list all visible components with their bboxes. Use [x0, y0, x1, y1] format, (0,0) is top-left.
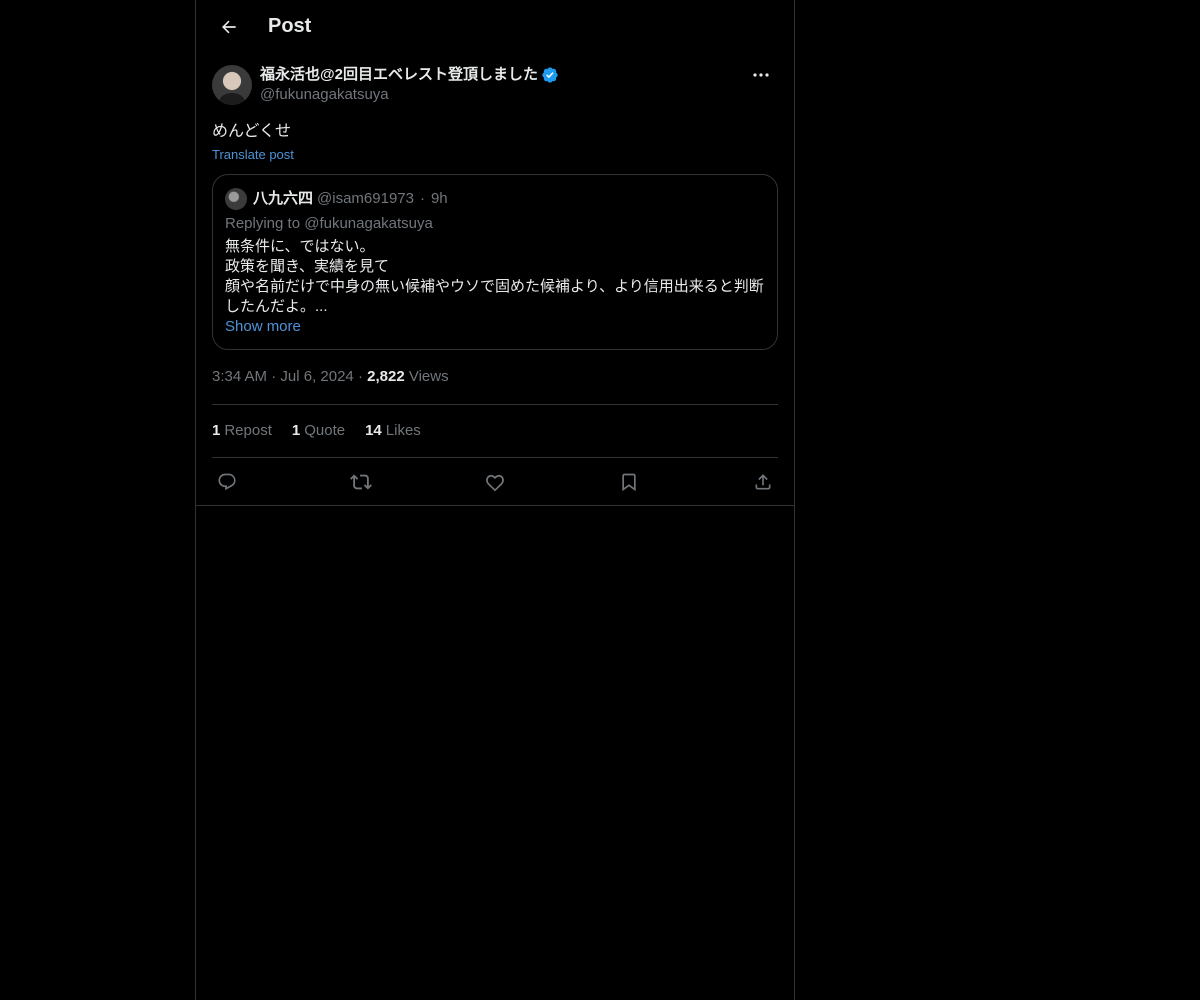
reposts-label: Repost	[224, 422, 272, 439]
bookmark-button[interactable]	[618, 471, 640, 493]
quote-author-name[interactable]: 八九六四	[253, 187, 313, 211]
more-options-button[interactable]	[744, 65, 778, 85]
main-column: Post 福永活也@2回目エベレスト登頂しました @fukunagakatsuy…	[195, 0, 795, 1000]
quotes-label: Quote	[304, 422, 346, 439]
page-title: Post	[268, 15, 312, 37]
quotes-count: 1	[291, 422, 301, 439]
reply-button[interactable]	[216, 471, 238, 493]
post-date[interactable]: Jul 6, 2024	[280, 368, 353, 385]
meta-separator: ·	[271, 368, 281, 385]
quote-separator: ·	[419, 190, 425, 207]
views-count: 2,822	[367, 368, 405, 385]
reposts-stat[interactable]: 1 Repost	[212, 421, 272, 441]
like-button[interactable]	[484, 471, 506, 493]
arrow-left-icon	[219, 17, 239, 37]
reposts-count: 1	[212, 422, 221, 439]
quote-line: 顔や名前だけで中身の無い候補やウソで固めた候補より、より信用出来ると判断したんだ…	[225, 278, 764, 315]
quotes-stat[interactable]: 1 Quote	[292, 421, 345, 441]
show-more-link[interactable]: Show more	[225, 317, 765, 337]
author-name[interactable]: 福永活也@2回目エベレスト登頂しました	[260, 65, 538, 85]
bookmark-icon	[619, 472, 639, 492]
quote-body: 無条件に、ではない。 政策を聞き、実績を見て 顔や名前だけで中身の無い候補やウソ…	[225, 237, 765, 317]
quote-line: 政策を聞き、実績を見て	[225, 258, 389, 275]
heart-icon	[485, 472, 505, 492]
meta-separator: ·	[357, 368, 368, 385]
page-header: Post	[196, 0, 794, 53]
translate-post-link[interactable]: Translate post	[212, 147, 778, 162]
back-button[interactable]	[212, 10, 246, 44]
repost-icon	[350, 471, 372, 493]
author-row: 福永活也@2回目エベレスト登頂しました @fukunagakatsuya	[212, 53, 778, 105]
quote-author-handle[interactable]: @isam691973	[317, 187, 414, 211]
likes-label: Likes	[385, 422, 421, 439]
quote-header: 八九六四 @isam691973 · 9h	[225, 187, 765, 211]
more-dots-icon	[753, 73, 769, 77]
action-bar	[196, 458, 794, 506]
quote-replying-to: Replying to @fukunagakatsuya	[225, 215, 433, 232]
quote-timestamp[interactable]: 9h	[431, 187, 448, 211]
repost-button[interactable]	[350, 471, 372, 493]
reply-icon	[217, 472, 237, 492]
verified-badge-icon	[541, 66, 559, 84]
avatar[interactable]	[212, 65, 252, 105]
author-meta: 福永活也@2回目エベレスト登頂しました @fukunagakatsuya	[260, 65, 559, 105]
quoted-post-card[interactable]: 八九六四 @isam691973 · 9h Replying to @fukun…	[212, 174, 778, 350]
views-label: Views	[408, 368, 449, 385]
post-detail: 福永活也@2回目エベレスト登頂しました @fukunagakatsuya めんど…	[196, 53, 794, 506]
post-meta: 3:34 AM · Jul 6, 2024 · 2,822 Views	[212, 366, 778, 405]
likes-count: 14	[365, 422, 382, 439]
share-button[interactable]	[752, 471, 774, 493]
author-handle[interactable]: @fukunagakatsuya	[260, 85, 559, 105]
post-text: めんどくせ	[212, 123, 292, 140]
quote-avatar[interactable]	[225, 188, 247, 210]
likes-stat[interactable]: 14 Likes	[365, 421, 421, 441]
author-name-line: 福永活也@2回目エベレスト登頂しました	[260, 65, 559, 85]
share-icon	[753, 472, 773, 492]
engagement-stats: 1 Repost 1 Quote 14 Likes	[212, 405, 778, 458]
post-time[interactable]: 3:34 AM	[212, 368, 267, 385]
quote-line: 無条件に、ではない。	[225, 238, 375, 255]
